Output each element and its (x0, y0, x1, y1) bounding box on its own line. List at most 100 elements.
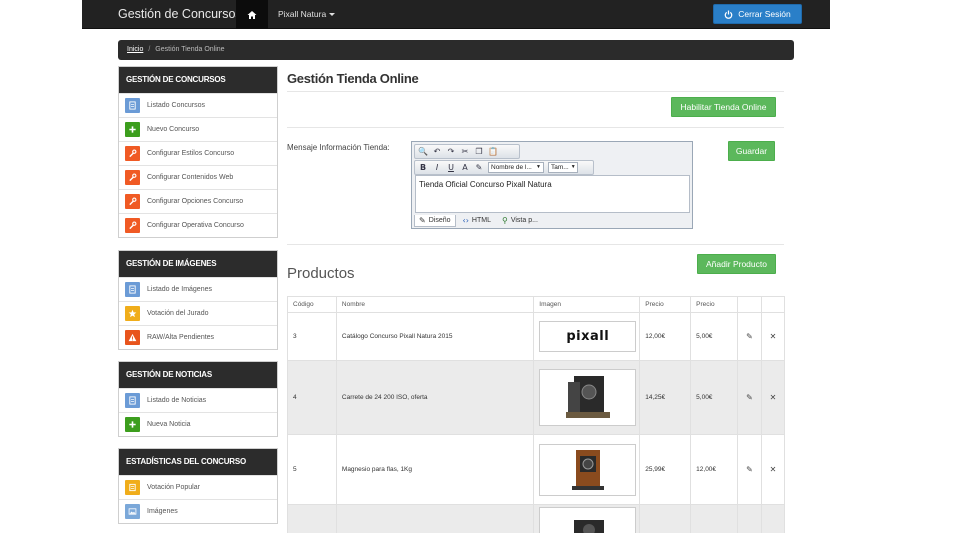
tab-label: Vista p... (510, 217, 538, 224)
column-header-price: Precio (639, 296, 692, 313)
sidebar-item-label: Configurar Estilos Concurso (147, 150, 235, 157)
sidebar-item-label: Configurar Opciones Concurso (147, 198, 244, 205)
delete-cell (761, 504, 785, 533)
paste-icon[interactable]: 📋 (488, 147, 498, 157)
underline-icon[interactable]: U (446, 163, 456, 173)
sidebar-item-news-list[interactable]: Listado de Noticias (119, 388, 277, 412)
sidebar-item-label: Nueva Noticia (147, 421, 191, 428)
code-icon: ‹› (462, 216, 469, 225)
editor-mode-tabs: ✎ Diseño ‹› HTML ⚲ Vista p... (414, 214, 542, 227)
plus-icon (125, 122, 140, 137)
find-icon[interactable]: 🔍 (418, 147, 428, 157)
sidebar-item-configure-operations[interactable]: Configurar Operativa Concurso (119, 213, 277, 237)
font-size-select[interactable]: Tam... ▼ (548, 162, 578, 173)
logout-label: Cerrar Sesión (738, 9, 791, 19)
sidebar-item-new-contest[interactable]: Nuevo Concurso (119, 117, 277, 141)
sidebar-item-label: Nuevo Concurso (147, 126, 200, 133)
panel-contest-stats: Estadísticas del Concurso Votación Popul… (118, 448, 278, 524)
sidebar-item-label: Listado Concursos (147, 102, 205, 109)
home-icon (247, 10, 257, 19)
delete-icon[interactable]: ✕ (761, 360, 785, 435)
product-thumbnail (539, 443, 637, 496)
plus-icon (125, 417, 140, 432)
camera-image (571, 449, 604, 490)
column-header-name: Nombre (335, 296, 535, 313)
save-button[interactable]: Guardar (728, 141, 775, 161)
sidebar-item-configure-content[interactable]: Configurar Contenidos Web (119, 165, 277, 189)
edit-icon[interactable]: ✎ (737, 360, 762, 435)
italic-icon[interactable]: I (432, 163, 442, 173)
editor-toolbar-row-1: 🔍 ↶ ↷ ✂ ❐ 📋 (414, 144, 520, 159)
font-color-icon[interactable]: A (460, 163, 470, 173)
cell-price-2 (690, 504, 739, 533)
sidebar-item-label: RAW/Alta Pendientes (147, 334, 215, 341)
tab-html[interactable]: ‹› HTML (459, 215, 495, 226)
tab-label: HTML (471, 217, 491, 224)
ballot-icon (125, 480, 140, 495)
sidebar-item-configure-options[interactable]: Configurar Opciones Concurso (119, 189, 277, 213)
editor-content-area[interactable]: Tienda Oficial Concurso Pixall Natura (415, 175, 690, 213)
breadcrumb-separator: / (148, 46, 151, 53)
copy-icon[interactable]: ❐ (474, 147, 484, 157)
add-product-button[interactable]: Añadir Producto (697, 254, 776, 274)
tab-design[interactable]: ✎ Diseño (414, 214, 456, 227)
products-heading: Productos (287, 265, 355, 282)
highlight-icon[interactable]: ✎ (474, 163, 484, 173)
rich-text-editor: 🔍 ↶ ↷ ✂ ❐ 📋 B I U A ✎ Nombre de l... ▼ Ta… (411, 141, 693, 229)
sidebar-item-jury-vote[interactable]: Votación del Jurado (119, 301, 277, 325)
image-icon (125, 504, 140, 519)
delete-icon[interactable]: ✕ (761, 434, 785, 505)
sidebar-item-label: Imágenes (147, 508, 178, 515)
cell-code (287, 504, 337, 533)
tab-label: Diseño (428, 216, 451, 224)
sidebar-item-images[interactable]: Imágenes (119, 499, 277, 523)
panel-news-management: Gestión de Noticias Listado de Noticias … (118, 361, 278, 437)
sidebar-item-label: Votación del Jurado (147, 310, 209, 317)
sidebar-item-configure-styles[interactable]: Configurar Estilos Concurso (119, 141, 277, 165)
products-table: Código Nombre Imagen Precio Precio 3 Cat… (287, 296, 785, 533)
sidebar-item-popular-vote[interactable]: Votación Popular (119, 475, 277, 499)
bold-icon[interactable]: B (418, 163, 428, 173)
edit-icon[interactable]: ✎ (737, 434, 762, 505)
logout-button[interactable]: Cerrar Sesión (713, 4, 802, 24)
table-row: 3 Catálogo Concurso Pixall Natura 2015 p… (287, 312, 785, 361)
app-brand[interactable]: Gestión de Concursos (118, 0, 242, 29)
home-button[interactable] (236, 0, 268, 29)
divider (287, 127, 784, 128)
cell-price: 25,99€ (639, 434, 692, 505)
contest-dropdown[interactable]: Pixall Natura (278, 0, 336, 29)
sidebar-item-image-list[interactable]: Listado de Imágenes (119, 277, 277, 301)
sidebar-item-new-news[interactable]: Nueva Noticia (119, 412, 277, 436)
cut-icon[interactable]: ✂ (460, 147, 470, 157)
edit-icon[interactable]: ✎ (737, 312, 762, 361)
font-name-value: Nombre de l... (491, 164, 532, 171)
sidebar-item-label: Listado de Imágenes (147, 286, 212, 293)
pixall-logo: pixall (566, 329, 610, 344)
enable-shop-button[interactable]: Habilitar Tienda Online (671, 97, 776, 117)
cell-name: Carrete de 24 200 ISO, oferta (335, 360, 535, 435)
cell-price (639, 504, 692, 533)
undo-icon[interactable]: ↶ (432, 147, 442, 157)
divider (287, 244, 784, 245)
cell-code: 3 (287, 312, 337, 361)
cell-price: 14,25€ (639, 360, 692, 435)
warning-icon (125, 330, 140, 345)
wrench-icon (125, 170, 140, 185)
tab-preview[interactable]: ⚲ Vista p... (498, 215, 542, 226)
panel-title: Estadísticas del Concurso (119, 449, 277, 475)
cell-name: Catálogo Concurso Pixall Natura 2015 (335, 312, 535, 361)
column-header-delete (761, 296, 785, 313)
cell-name: Magnesio para flas, 1Kg (335, 434, 535, 505)
sidebar-item-label: Votación Popular (147, 484, 200, 491)
delete-icon[interactable]: ✕ (761, 312, 785, 361)
sidebar-item-label: Configurar Contenidos Web (147, 174, 234, 181)
sidebar-item-contest-list[interactable]: Listado Concursos (119, 93, 277, 117)
cell-price: 12,00€ (639, 312, 692, 361)
panel-title: Gestión de Concursos (119, 67, 277, 93)
cell-code: 4 (287, 360, 337, 435)
top-navbar: Gestión de Concursos Pixall Natura Cerra… (82, 0, 830, 29)
breadcrumb-home-link[interactable]: Inicio (127, 46, 143, 53)
font-name-select[interactable]: Nombre de l... ▼ (488, 162, 544, 173)
sidebar-item-raw-pending[interactable]: RAW/Alta Pendientes (119, 325, 277, 349)
redo-icon[interactable]: ↷ (446, 147, 456, 157)
